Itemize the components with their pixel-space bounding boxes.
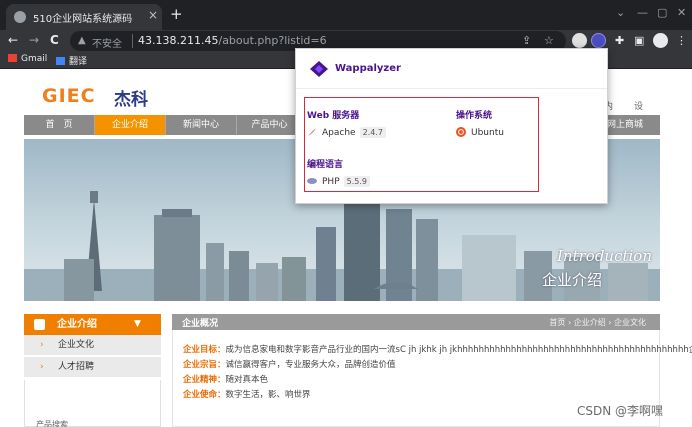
- site-logo[interactable]: GIEC: [42, 85, 96, 107]
- browser-tab[interactable]: 510企业网站系统源码 ×: [6, 4, 162, 30]
- bookmark-star-icon[interactable]: ☆: [544, 34, 554, 47]
- php-icon: [307, 178, 317, 184]
- square-icon: [34, 319, 45, 330]
- tech-ubuntu[interactable]: Ubuntu: [456, 127, 504, 138]
- new-tab-button[interactable]: +: [170, 6, 183, 22]
- wappalyzer-brand: Wappalyzer: [335, 63, 401, 74]
- maximize-icon[interactable]: ▢: [657, 6, 667, 19]
- tab-title: 510企业网站系统源码: [33, 14, 133, 25]
- wappalyzer-logo-icon: [310, 61, 328, 77]
- url-text[interactable]: 43.138.211.45/about.php?listid=6: [138, 34, 327, 47]
- version-badge: 2.4.7: [359, 127, 386, 138]
- share-icon[interactable]: ⇪: [522, 34, 531, 47]
- watermark: CSDN @李啊嘿: [577, 404, 664, 418]
- sidebar-heading[interactable]: 企业介绍 ▼: [24, 314, 161, 335]
- puzzle-icon[interactable]: ✚: [615, 34, 624, 47]
- breadcrumb[interactable]: 首页 › 企业介绍 › 企业文化: [549, 317, 646, 328]
- tech-php[interactable]: PHP 5.5.9: [307, 176, 370, 187]
- content-heading: 企业概况: [182, 319, 219, 329]
- side-panel-icon[interactable]: ▣: [634, 34, 644, 47]
- bullet-icon: ›: [40, 340, 44, 350]
- nav-news[interactable]: 新闻中心: [166, 115, 237, 135]
- tab-close-icon[interactable]: ×: [148, 8, 158, 22]
- reload-icon[interactable]: C: [50, 33, 59, 47]
- category-os[interactable]: 操作系统: [456, 108, 492, 121]
- ubuntu-icon: [456, 127, 466, 137]
- sidebar-item-culture[interactable]: › 企业文化: [24, 335, 161, 356]
- sidebar-heading-label: 企业介绍: [57, 319, 97, 330]
- menu-icon[interactable]: ⋮: [676, 34, 687, 47]
- category-language[interactable]: 编程语言: [307, 157, 343, 170]
- security-label[interactable]: 不安全: [92, 35, 122, 50]
- chevron-down-icon: ▼: [134, 319, 141, 329]
- banner-title: 企业介绍: [542, 271, 603, 289]
- extension-icon[interactable]: [572, 33, 587, 48]
- version-badge: 5.5.9: [343, 176, 370, 187]
- nav-products[interactable]: 产品中心: [237, 115, 303, 135]
- bookmark-gmail[interactable]: Gmail: [8, 54, 47, 64]
- nav-about[interactable]: 企业介绍: [95, 115, 166, 135]
- tab-search-icon[interactable]: ⌄: [616, 6, 625, 19]
- wappalyzer-header: Wappalyzer: [296, 49, 607, 89]
- content-heading-bar: 企业概况 首页 › 企业介绍 › 企业文化: [172, 314, 660, 330]
- forward-icon[interactable]: →: [29, 33, 39, 47]
- sidebar-item-label: 企业文化: [58, 340, 95, 350]
- wappalyzer-popup: Wappalyzer Web 服务器 Apache 2.4.7 操作系统 Ubun…: [295, 48, 608, 204]
- apache-feather-icon: [308, 128, 316, 136]
- url-path: /about.php?listid=6: [218, 34, 327, 47]
- url-host: 43.138.211.45: [138, 34, 219, 47]
- translate-icon: [56, 57, 65, 65]
- globe-icon: [14, 11, 26, 23]
- content-line-goal: 企业目标：成为信息家电和数字影音产品行业的国内一流sC jh jkhk jh j…: [183, 345, 692, 355]
- back-icon[interactable]: ←: [8, 33, 18, 47]
- bullet-icon: ›: [40, 362, 44, 372]
- minimize-icon[interactable]: —: [637, 6, 648, 19]
- header-link-1[interactable]: 设: [634, 99, 643, 112]
- address-divider: [132, 34, 133, 48]
- content-line-purpose: 企业宗旨：诚信赢得客户，专业服务大众，品牌创造价值: [183, 360, 396, 370]
- tab-bar: 510企业网站系统源码 × + ⌄ — ▢ ✕: [0, 0, 692, 30]
- sidebar-item-recruit[interactable]: › 人才招聘: [24, 357, 161, 378]
- content-line-spirit: 企业精神：随对真本色: [183, 375, 269, 385]
- bookmark-translate[interactable]: 翻译: [56, 54, 87, 67]
- nav-home[interactable]: 首 页: [24, 115, 95, 135]
- banner-intro-text: Introduction: [557, 247, 652, 265]
- warning-icon[interactable]: ▲: [78, 35, 86, 46]
- category-web-server[interactable]: Web 服务器: [307, 108, 359, 121]
- sidebar-next-heading: 产品搜索: [36, 420, 68, 427]
- sidebar-item-label: 人才招聘: [58, 362, 95, 372]
- close-window-icon[interactable]: ✕: [677, 6, 686, 19]
- content-line-mission: 企业使命：数字生活，影、响世界: [183, 390, 311, 400]
- site-logo-cn[interactable]: 杰科: [114, 85, 148, 110]
- tech-apache[interactable]: Apache 2.4.7: [307, 127, 386, 138]
- gmail-icon: [8, 54, 17, 62]
- wappalyzer-extension-icon[interactable]: [591, 33, 606, 48]
- profile-avatar-icon[interactable]: [653, 33, 668, 48]
